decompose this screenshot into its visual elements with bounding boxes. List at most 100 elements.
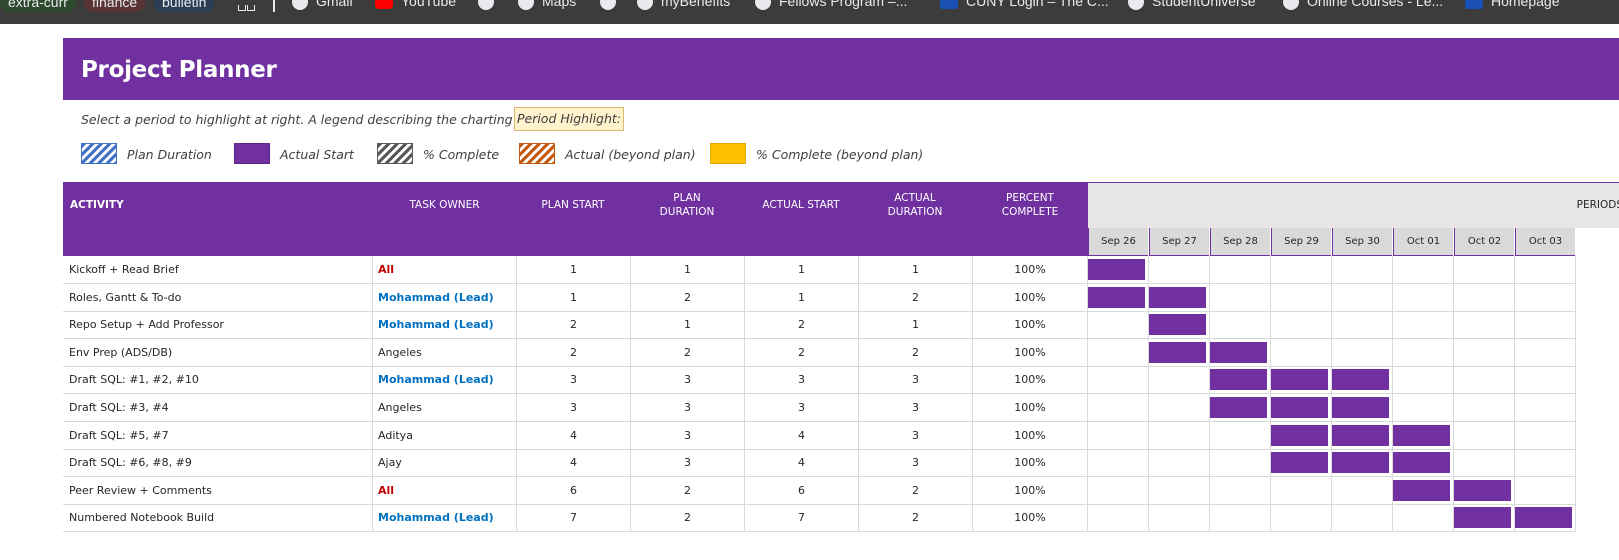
table-row[interactable]: Kickoff + Read Brief All 1 1 1 1 100% bbox=[63, 256, 1619, 284]
gantt-cell[interactable] bbox=[1149, 338, 1210, 367]
bookmark-gmail[interactable]: Gmail bbox=[292, 0, 353, 24]
gantt-cell[interactable] bbox=[1515, 283, 1576, 312]
gantt-cell[interactable] bbox=[1088, 394, 1149, 422]
period-header-sep-28[interactable]: Sep 28 bbox=[1210, 228, 1270, 256]
period-header-oct-02[interactable]: Oct 02 bbox=[1454, 228, 1514, 256]
gantt-cell[interactable] bbox=[1332, 476, 1393, 505]
gantt-cell[interactable] bbox=[1454, 366, 1515, 395]
gantt-cell[interactable] bbox=[1454, 421, 1515, 450]
bookmark-cuny-login-the-c[interactable]: CUNY Login – The C... bbox=[940, 0, 1109, 24]
table-row[interactable]: Peer Review + Comments All 6 2 6 2 100% bbox=[63, 476, 1619, 505]
gantt-cell[interactable] bbox=[1454, 504, 1515, 533]
activity-cell[interactable]: Kickoff + Read Brief bbox=[63, 256, 373, 284]
gantt-cell[interactable] bbox=[1210, 338, 1271, 367]
gantt-cell[interactable] bbox=[1210, 476, 1271, 505]
gantt-cell[interactable] bbox=[1393, 476, 1454, 505]
gantt-cell[interactable] bbox=[1210, 394, 1271, 422]
gantt-cell[interactable] bbox=[1454, 394, 1515, 422]
gantt-cell[interactable] bbox=[1210, 421, 1271, 450]
gantt-cell[interactable] bbox=[1393, 366, 1454, 395]
gantt-cell[interactable] bbox=[1088, 283, 1149, 312]
gantt-cell[interactable] bbox=[1271, 476, 1332, 505]
gantt-cell[interactable] bbox=[1271, 504, 1332, 533]
gantt-cell[interactable] bbox=[1332, 256, 1393, 284]
bookmark-fellows-program[interactable]: Fellows Program –... bbox=[755, 0, 907, 24]
gantt-cell[interactable] bbox=[1088, 504, 1149, 533]
gantt-cell[interactable] bbox=[1088, 449, 1149, 478]
activity-cell[interactable]: Draft SQL: #3, #4 bbox=[63, 394, 373, 422]
table-row[interactable]: Numbered Notebook Build Mohammad (Lead) 7 2… bbox=[63, 504, 1619, 533]
gantt-cell[interactable] bbox=[1210, 449, 1271, 478]
gantt-cell[interactable] bbox=[1515, 449, 1576, 478]
gantt-cell[interactable] bbox=[1332, 504, 1393, 533]
gantt-cell[interactable] bbox=[1393, 504, 1454, 533]
gantt-cell[interactable] bbox=[1332, 366, 1393, 395]
gantt-cell[interactable] bbox=[1454, 283, 1515, 312]
gantt-cell[interactable] bbox=[1515, 256, 1576, 284]
gantt-cell[interactable] bbox=[1454, 338, 1515, 367]
table-row[interactable]: Draft SQL: #1, #2, #10 Mohammad (Lead) 3 3 3… bbox=[63, 366, 1619, 395]
bookmark-mybenefits[interactable]: myBenefits bbox=[637, 0, 730, 24]
gantt-cell[interactable] bbox=[1149, 421, 1210, 450]
table-row[interactable]: Env Prep (ADS/DB) Angeles 2 2 2 2 100% bbox=[63, 338, 1619, 367]
gantt-cell[interactable] bbox=[1271, 256, 1332, 284]
gantt-cell[interactable] bbox=[1149, 283, 1210, 312]
gantt-cell[interactable] bbox=[1332, 421, 1393, 450]
gantt-cell[interactable] bbox=[1515, 338, 1576, 367]
gantt-cell[interactable] bbox=[1088, 421, 1149, 450]
gantt-cell[interactable] bbox=[1515, 394, 1576, 422]
period-highlight-field[interactable]: Period Highlight: bbox=[514, 107, 624, 131]
gantt-cell[interactable] bbox=[1271, 394, 1332, 422]
period-header-oct-01[interactable]: Oct 01 bbox=[1393, 228, 1453, 256]
activity-cell[interactable]: Peer Review + Comments bbox=[63, 476, 373, 505]
bookmark-unnamed-4[interactable] bbox=[600, 0, 624, 24]
gantt-cell[interactable] bbox=[1393, 449, 1454, 478]
bookmark-folder-finance[interactable]: finance bbox=[84, 0, 146, 12]
bookmark-youtube[interactable]: YouTube bbox=[375, 0, 456, 24]
gantt-cell[interactable] bbox=[1088, 338, 1149, 367]
gantt-cell[interactable] bbox=[1088, 366, 1149, 395]
gantt-cell[interactable] bbox=[1271, 421, 1332, 450]
gantt-cell[interactable] bbox=[1210, 366, 1271, 395]
gantt-cell[interactable] bbox=[1149, 449, 1210, 478]
gantt-cell[interactable] bbox=[1149, 394, 1210, 422]
gantt-cell[interactable] bbox=[1393, 283, 1454, 312]
gantt-cell[interactable] bbox=[1393, 311, 1454, 340]
period-header-sep-27[interactable]: Sep 27 bbox=[1149, 228, 1209, 256]
gantt-cell[interactable] bbox=[1210, 283, 1271, 312]
gantt-cell[interactable] bbox=[1393, 256, 1454, 284]
bookmark-homepage[interactable]: Homepage bbox=[1465, 0, 1560, 24]
gantt-cell[interactable] bbox=[1515, 421, 1576, 450]
gantt-cell[interactable] bbox=[1149, 476, 1210, 505]
gantt-cell[interactable] bbox=[1332, 338, 1393, 367]
activity-cell[interactable]: Draft SQL: #5, #7 bbox=[63, 421, 373, 450]
apps-grid-icon[interactable] bbox=[238, 2, 255, 12]
gantt-cell[interactable] bbox=[1271, 283, 1332, 312]
activity-cell[interactable]: Draft SQL: #1, #2, #10 bbox=[63, 366, 373, 395]
bookmark-studentuniverse[interactable]: StudentUniverse bbox=[1128, 0, 1256, 24]
gantt-cell[interactable] bbox=[1210, 256, 1271, 284]
table-row[interactable]: Repo Setup + Add Professor Mohammad (Lead… bbox=[63, 311, 1619, 340]
gantt-cell[interactable] bbox=[1454, 256, 1515, 284]
gantt-cell[interactable] bbox=[1393, 421, 1454, 450]
gantt-cell[interactable] bbox=[1271, 311, 1332, 340]
gantt-cell[interactable] bbox=[1393, 338, 1454, 367]
activity-cell[interactable]: Repo Setup + Add Professor bbox=[63, 311, 373, 340]
table-row[interactable]: Draft SQL: #3, #4 Angeles 3 3 3 3 100% bbox=[63, 394, 1619, 422]
period-header-oct-03[interactable]: Oct 03 bbox=[1515, 228, 1575, 256]
gantt-cell[interactable] bbox=[1149, 504, 1210, 533]
table-row[interactable]: Draft SQL: #5, #7 Aditya 4 3 4 3 100% bbox=[63, 421, 1619, 450]
gantt-cell[interactable] bbox=[1149, 311, 1210, 340]
gantt-cell[interactable] bbox=[1271, 449, 1332, 478]
period-header-sep-26[interactable]: Sep 26 bbox=[1088, 228, 1148, 256]
gantt-cell[interactable] bbox=[1149, 256, 1210, 284]
gantt-cell[interactable] bbox=[1271, 338, 1332, 367]
gantt-cell[interactable] bbox=[1454, 311, 1515, 340]
bookmark-folder-extra-curr[interactable]: extra-curr bbox=[0, 0, 76, 12]
gantt-cell[interactable] bbox=[1515, 504, 1576, 533]
gantt-cell[interactable] bbox=[1515, 311, 1576, 340]
bookmark-folder-bulletin[interactable]: bulletin bbox=[154, 0, 215, 12]
bookmark-unnamed-2[interactable] bbox=[478, 0, 502, 24]
table-row[interactable]: Roles, Gantt & To-do Mohammad (Lead) 1 2 1 2 1… bbox=[63, 283, 1619, 312]
gantt-cell[interactable] bbox=[1149, 366, 1210, 395]
